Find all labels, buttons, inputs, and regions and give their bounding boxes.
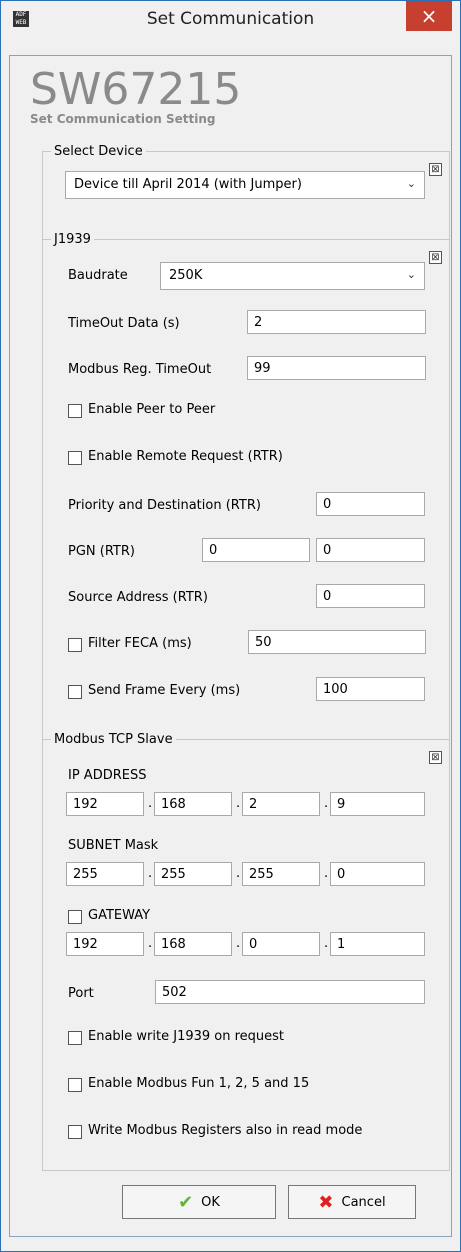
dialog-window: ADF WEB Set Communication × SW67215 Set C… bbox=[0, 0, 461, 1252]
collapse-icon[interactable]: ⊠ bbox=[429, 751, 442, 764]
cross-icon: ✖ bbox=[318, 1191, 334, 1213]
prio-input[interactable] bbox=[316, 492, 425, 516]
timeout-input[interactable] bbox=[247, 310, 426, 334]
write-j1939-checkbox[interactable] bbox=[68, 1031, 82, 1045]
prio-label: Priority and Destination (RTR) bbox=[68, 498, 261, 513]
send-frame-checkbox[interactable] bbox=[68, 685, 82, 699]
ok-button-label: OK bbox=[201, 1194, 220, 1210]
ip-octet-4[interactable] bbox=[330, 792, 425, 816]
peer-label: Enable Peer to Peer bbox=[88, 402, 216, 417]
gateway-octet-2[interactable] bbox=[154, 932, 232, 956]
pgn-label: PGN (RTR) bbox=[68, 544, 135, 559]
ip-octet-3[interactable] bbox=[242, 792, 320, 816]
modbus-timeout-label: Modbus Reg. TimeOut bbox=[68, 362, 212, 377]
src-label: Source Address (RTR) bbox=[68, 590, 208, 605]
gateway-octet-1[interactable] bbox=[66, 932, 144, 956]
ip-label: IP ADDRESS bbox=[68, 768, 147, 783]
product-subtitle: Set Communication Setting bbox=[30, 112, 216, 126]
content-panel: SW67215 Set Communication Setting Select… bbox=[9, 55, 452, 1237]
baudrate-label: Baudrate bbox=[68, 268, 128, 283]
j1939-legend: J1939 bbox=[54, 232, 91, 247]
device-select-value: Device till April 2014 (with Jumper) bbox=[74, 177, 302, 192]
modbus-fun-label: Enable Modbus Fun 1, 2, 5 and 15 bbox=[88, 1076, 310, 1091]
feca-checkbox[interactable] bbox=[68, 638, 82, 652]
write-j1939-label: Enable write J1939 on request bbox=[88, 1029, 285, 1044]
window-title: Set Communication bbox=[146, 9, 315, 29]
feca-label: Filter FECA (ms) bbox=[88, 636, 192, 651]
subnet-label: SUBNET Mask bbox=[68, 838, 159, 853]
gateway-label: GATEWAY bbox=[88, 908, 151, 923]
write-regs-label: Write Modbus Registers also in read mode bbox=[88, 1123, 363, 1138]
select-device-legend: Select Device bbox=[54, 144, 143, 159]
close-button[interactable]: × bbox=[406, 1, 452, 31]
chevron-down-icon: ⌄ bbox=[406, 268, 416, 281]
collapse-icon[interactable]: ⊠ bbox=[429, 251, 442, 264]
modbus-timeout-input[interactable] bbox=[247, 356, 426, 380]
device-select[interactable]: Device till April 2014 (with Jumper) ⌄ bbox=[65, 171, 425, 199]
ip-octet-1[interactable] bbox=[66, 792, 144, 816]
gateway-checkbox[interactable] bbox=[68, 910, 82, 924]
cancel-button-label: Cancel bbox=[341, 1194, 386, 1210]
peer-checkbox[interactable] bbox=[68, 404, 82, 418]
feca-input[interactable] bbox=[248, 630, 426, 654]
gateway-octet-4[interactable] bbox=[330, 932, 425, 956]
src-input[interactable] bbox=[316, 584, 425, 608]
ok-button[interactable]: ✔ OK bbox=[122, 1185, 276, 1219]
subnet-octet-1[interactable] bbox=[66, 862, 144, 886]
timeout-label: TimeOut Data (s) bbox=[68, 316, 180, 331]
send-frame-label: Send Frame Every (ms) bbox=[88, 683, 241, 698]
modbus-legend: Modbus TCP Slave bbox=[54, 732, 173, 747]
pgn-input-1[interactable] bbox=[202, 538, 310, 562]
baudrate-select[interactable]: 250K ⌄ bbox=[160, 262, 425, 290]
collapse-icon[interactable]: ⊠ bbox=[429, 163, 442, 176]
write-regs-checkbox[interactable] bbox=[68, 1125, 82, 1139]
check-icon: ✔ bbox=[178, 1191, 194, 1213]
product-model: SW67215 bbox=[30, 64, 242, 115]
rtr-label: Enable Remote Request (RTR) bbox=[88, 449, 283, 464]
gateway-octet-3[interactable] bbox=[242, 932, 320, 956]
rtr-checkbox[interactable] bbox=[68, 451, 82, 465]
subnet-octet-2[interactable] bbox=[154, 862, 232, 886]
title-bar[interactable]: ADF WEB Set Communication × bbox=[1, 1, 460, 55]
ip-octet-2[interactable] bbox=[154, 792, 232, 816]
port-input[interactable] bbox=[155, 980, 425, 1004]
pgn-input-2[interactable] bbox=[316, 538, 425, 562]
modbus-fun-checkbox[interactable] bbox=[68, 1078, 82, 1092]
chevron-down-icon: ⌄ bbox=[406, 177, 416, 190]
port-label: Port bbox=[68, 986, 94, 1001]
cancel-button[interactable]: ✖ Cancel bbox=[288, 1185, 416, 1219]
subnet-octet-3[interactable] bbox=[242, 862, 320, 886]
baudrate-value: 250K bbox=[169, 268, 203, 283]
subnet-octet-4[interactable] bbox=[330, 862, 425, 886]
send-frame-input[interactable] bbox=[316, 677, 425, 701]
